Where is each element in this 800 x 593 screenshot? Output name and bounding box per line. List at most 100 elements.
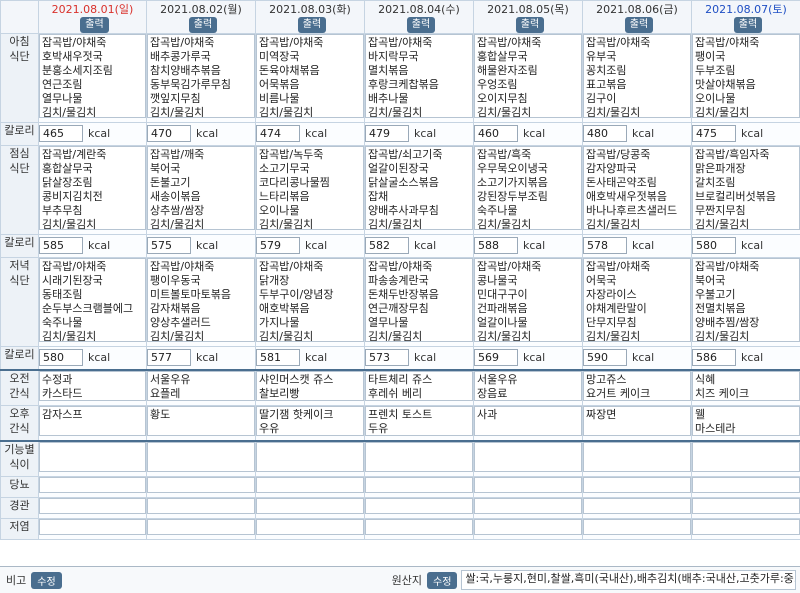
lunch-kcal-input[interactable]: 575 [147,237,191,254]
tube-textarea[interactable] [474,498,582,514]
tube-textarea[interactable] [256,498,364,514]
breakfast-kcal-input[interactable]: 470 [147,125,191,142]
breakfast-kcal-input[interactable]: 465 [39,125,83,142]
functional-textarea[interactable] [39,442,146,472]
diabetes-textarea[interactable] [39,477,146,493]
print-button[interactable]: 출력 [516,17,544,33]
lunch-kcal-input[interactable]: 582 [365,237,409,254]
lunch-menu-textarea[interactable]: 잡곡밥/흑죽우무묵오이냉국소고기가지볶음강된장두부조림숙주나물김치/물김치 [474,146,582,230]
snack_am-textarea[interactable]: 타트체리 쥬스후레쉬 베리 [365,371,473,401]
dinner-kcal-input[interactable]: 590 [583,349,627,366]
lunch-kcal-input[interactable]: 580 [692,237,736,254]
snack_am-textarea[interactable]: 식혜치즈 케이크 [692,371,800,401]
lunch-kcal-input[interactable]: 579 [256,237,300,254]
snack_pm-textarea[interactable]: 딸기잼 핫케이크우유 [256,406,364,436]
origin-edit-button[interactable]: 수정 [427,572,457,589]
print-button[interactable]: 출력 [625,17,653,33]
functional-textarea[interactable] [147,442,255,472]
breakfast-kcal-input[interactable]: 479 [365,125,409,142]
date-label: 2021.08.03(화) [269,1,351,17]
snack_pm-textarea[interactable]: 프렌치 토스트두유 [365,406,473,436]
breakfast-menu-textarea[interactable]: 잡곡밥/야채죽바지락무국멸치볶음후랑크케찹볶음배추나물김치/물김치 [365,34,473,118]
print-button[interactable]: 출력 [734,17,762,33]
empty-cell [365,498,474,519]
lunch-menu-textarea[interactable]: 잡곡밥/녹두죽소고기무국코다리콩나물찜느타리볶음오이나물김치/물김치 [256,146,364,230]
breakfast-menu-textarea[interactable]: 잡곡밥/야채죽호박새우젓국분홍소세지조림연근조림열무나물김치/물김치 [39,34,146,118]
diabetes-textarea[interactable] [365,477,473,493]
diabetes-textarea[interactable] [692,477,800,493]
tube-textarea[interactable] [365,498,473,514]
dinner-menu-textarea[interactable]: 잡곡밥/야채죽팽이우동국미트볼토마토볶음감자채볶음양상추샐러드김치/물김치 [147,258,255,342]
snack_pm-textarea[interactable]: 웰마스테라 [692,406,800,436]
snack_am-textarea[interactable]: 망고쥬스요거트 케이크 [583,371,691,401]
snack_pm-textarea[interactable]: 감자스프 [39,406,146,436]
lowsalt-textarea[interactable] [365,519,473,535]
lunch-menu-textarea[interactable]: 잡곡밥/계란죽홍합살무국닭살장조림콩비지김치전부추무침김치/물김치 [39,146,146,230]
snack_am-textarea[interactable]: 서울우유장음료 [474,371,582,401]
snack_am-textarea[interactable]: 샤인머스캣 쥬스찰보리빵 [256,371,364,401]
breakfast-kcal-input[interactable]: 480 [583,125,627,142]
breakfast-kcal-input[interactable]: 474 [256,125,300,142]
lunch-kcal-input[interactable]: 588 [474,237,518,254]
snack_pm-textarea[interactable]: 짜장면 [583,406,691,436]
functional-textarea[interactable] [365,442,473,472]
breakfast-menu-textarea[interactable]: 잡곡밥/야채죽미역장국돈육야채볶음어묵볶음비름나물김치/물김치 [256,34,364,118]
snack_am-textarea[interactable]: 수정과카스타드 [39,371,146,401]
lunch-menu-textarea[interactable]: 잡곡밥/당콩죽감자양파국돈사태곤약조림애호박새우젓볶음바나나후르츠샐러드김치/물… [583,146,691,230]
tube-textarea[interactable] [147,498,255,514]
breakfast-kcal-input[interactable]: 460 [474,125,518,142]
dinner-menu-textarea[interactable]: 잡곡밥/야채죽닭개장두부구이/양념장애호박볶음가지나물김치/물김치 [256,258,364,342]
origin-field[interactable]: 쌀:국,누룽지,현미,찰쌀,흑미(국내산),배추김치(배추:국내산,고춧가루:중… [461,570,796,590]
dinner-menu-textarea[interactable]: 잡곡밥/야채죽시래기된장국동태조림순두부스크램블에그숙주나물김치/물김치 [39,258,146,342]
tube-textarea[interactable] [692,498,800,514]
lowsalt-textarea[interactable] [692,519,800,535]
breakfast-menu-textarea[interactable]: 잡곡밥/야채죽배추콩가루국참치양배추볶음동부묵김가루무침깻잎지무침김치/물김치 [147,34,255,118]
functional-textarea[interactable] [474,442,582,472]
dinner-kcal-input[interactable]: 569 [474,349,518,366]
dinner-menu-textarea[interactable]: 잡곡밥/야채죽콩나물국민대구구이건파래볶음얼갈이나물김치/물김치 [474,258,582,342]
dinner-kcal-input[interactable]: 577 [147,349,191,366]
lunch-menu-textarea[interactable]: 잡곡밥/깨죽북어국돈불고기새송이볶음상추쌈/쌈장김치/물김치 [147,146,255,230]
snack_pm-textarea[interactable]: 사과 [474,406,582,436]
print-button[interactable]: 출력 [298,17,326,33]
functional-textarea[interactable] [583,442,691,472]
dinner-menu-textarea[interactable]: 잡곡밥/야채죽어묵국자장라이스야채계란말이단무지무침김치/물김치 [583,258,691,342]
diabetes-textarea[interactable] [474,477,582,493]
lowsalt-textarea[interactable] [474,519,582,535]
breakfast-menu-textarea[interactable]: 잡곡밥/야채죽팽이국두부조림맛살야채볶음오이나물김치/물김치 [692,34,800,118]
lunch-menu-textarea[interactable]: 잡곡밥/흑임자죽맑은파개장갈치조림브로컬리버섯볶음무짠지무침김치/물김치 [692,146,800,230]
kcal-unit: kcal [305,127,327,140]
dinner-kcal-input[interactable]: 573 [365,349,409,366]
tube-textarea[interactable] [39,498,146,514]
functional-textarea[interactable] [692,442,800,472]
print-button[interactable]: 출력 [407,17,435,33]
functional-textarea[interactable] [256,442,364,472]
menu-line: 분홍소세지조림 [42,64,143,78]
tube-textarea[interactable] [583,498,691,514]
diabetes-textarea[interactable] [147,477,255,493]
dinner-kcal-input[interactable]: 580 [39,349,83,366]
breakfast-menu-textarea[interactable]: 잡곡밥/야채죽홍합살무국해물완자조림우엉조림오이지무침김치/물김치 [474,34,582,118]
dinner-menu-textarea[interactable]: 잡곡밥/야채죽파송송계란국돈채두반장볶음연근깨장무침열무나물김치/물김치 [365,258,473,342]
remark-edit-button[interactable]: 수정 [31,572,61,589]
print-button[interactable]: 출력 [189,17,217,33]
breakfast-menu-textarea[interactable]: 잡곡밥/야채죽유부국꽁치조림표고볶음김구이김치/물김치 [583,34,691,118]
dinner-menu-textarea[interactable]: 잡곡밥/야채죽북어국우불고기전멸치볶음양배추찜/쌈장김치/물김치 [692,258,800,342]
print-button[interactable]: 출력 [80,17,108,33]
snack_am-textarea[interactable]: 서울우유요플레 [147,371,255,401]
snack_pm-textarea[interactable]: 황도 [147,406,255,436]
lowsalt-textarea[interactable] [256,519,364,535]
dinner-kcal-input[interactable]: 586 [692,349,736,366]
lunch-kcal-input[interactable]: 578 [583,237,627,254]
breakfast-kcal-input[interactable]: 475 [692,125,736,142]
lunch-menu-textarea[interactable]: 잡곡밥/쇠고기죽얼갈이된장국닭살굴소스볶음잡채양배추사과무침김치/물김치 [365,146,473,230]
lunch-kcal-input[interactable]: 585 [39,237,83,254]
snack-cell: 샤인머스캣 쥬스찰보리빵 [256,370,365,406]
lowsalt-textarea[interactable] [583,519,691,535]
diabetes-textarea[interactable] [583,477,691,493]
dinner-kcal-input[interactable]: 581 [256,349,300,366]
menu-line: 잡곡밥/야채죽 [42,36,143,50]
lowsalt-textarea[interactable] [147,519,255,535]
diabetes-textarea[interactable] [256,477,364,493]
lowsalt-textarea[interactable] [39,519,146,535]
